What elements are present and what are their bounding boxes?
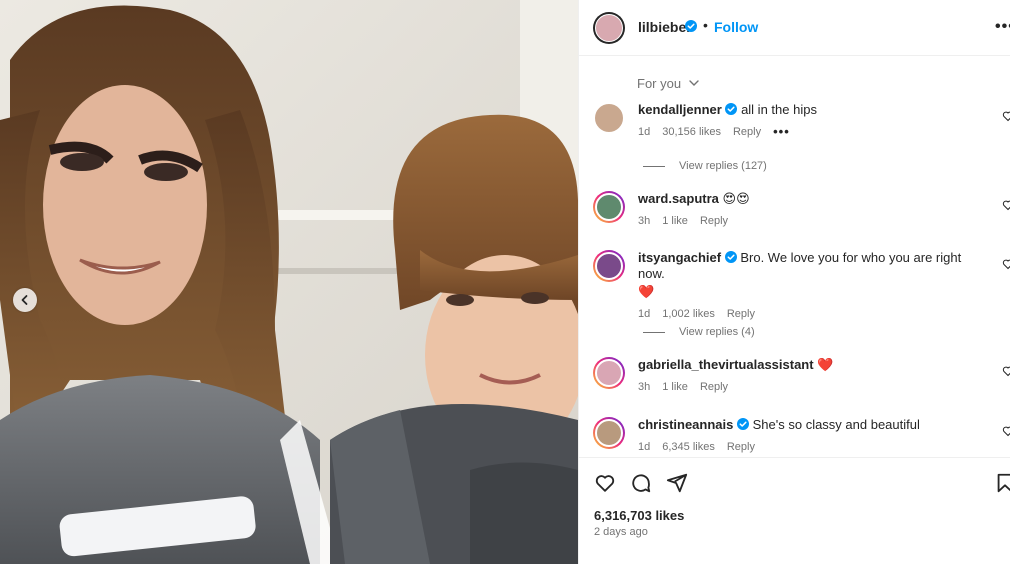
commenter-avatar-image — [593, 102, 625, 134]
commenter-username[interactable]: ward.saputra — [638, 191, 719, 206]
comment-age: 3h — [638, 215, 651, 227]
commenter-avatar[interactable] — [593, 417, 625, 449]
comments-filter-label: For you — [637, 76, 682, 91]
verified-badge-icon — [725, 103, 738, 115]
comment-reply-button[interactable]: Reply — [727, 306, 755, 322]
view-replies-label: View replies (127) — [679, 160, 767, 172]
comment-like-heart-icon[interactable] — [1002, 199, 1010, 211]
comment-likes[interactable]: 30,156 likes — [662, 124, 721, 140]
chevron-down-icon — [689, 80, 699, 86]
comment-like-heart-icon[interactable] — [1002, 110, 1010, 122]
comment-age: 1d — [638, 308, 651, 320]
commenter-avatar[interactable] — [593, 357, 625, 389]
comment-text: all in the hips — [741, 102, 817, 117]
post-image[interactable] — [0, 0, 578, 564]
view-replies-button[interactable]: View replies (4) — [643, 326, 755, 338]
post-photo-illustration — [0, 0, 578, 564]
comments-filter[interactable]: For you — [637, 76, 699, 91]
commenter-avatar[interactable] — [593, 191, 625, 223]
comment-more-button[interactable]: ••• — [773, 124, 790, 140]
chevron-left-icon — [21, 295, 28, 305]
view-replies-label: View replies (4) — [679, 326, 755, 338]
comment-age: 1d — [638, 441, 651, 453]
author-username[interactable]: lilbieber — [638, 19, 692, 35]
comment-age: 3h — [638, 381, 651, 393]
commenter-avatar-image — [595, 193, 623, 221]
verified-badge-icon — [685, 20, 697, 32]
post-timestamp: 2 days ago — [594, 526, 648, 538]
verified-badge-icon — [737, 418, 749, 430]
header-separator: • — [703, 17, 708, 33]
replies-divider — [643, 331, 665, 333]
comment-reply-button[interactable]: Reply — [700, 379, 728, 395]
commenter-username[interactable]: christineannais — [638, 417, 733, 432]
commenter-avatar[interactable] — [593, 250, 625, 282]
comment-like-heart-icon[interactable] — [1002, 258, 1010, 270]
commenter-username[interactable]: itsyangachief — [638, 250, 721, 265]
comment-likes[interactable]: 6,345 likes — [662, 439, 715, 455]
comment-text: She's so classy and beautiful — [752, 417, 920, 432]
comment-reply-button[interactable]: Reply — [700, 213, 728, 229]
heart-emoji: ❤️ — [817, 357, 834, 372]
carousel-prev-button[interactable] — [13, 288, 37, 312]
commenter-username[interactable]: gabriella_thevirtualassistant — [638, 357, 814, 372]
comment-reply-button[interactable]: Reply — [733, 124, 761, 140]
post-sidebar: lilbieber • Follow ••• For you kendallje… — [578, 0, 1010, 564]
comment-likes[interactable]: 1,002 likes — [662, 306, 715, 322]
comments-list[interactable]: For you kendalljenner all in the hips 1d… — [579, 56, 1010, 457]
follow-button[interactable]: Follow — [714, 19, 758, 35]
commenter-username[interactable]: kendalljenner — [638, 102, 722, 117]
commenter-avatar-image — [595, 252, 623, 280]
comment-age: 1d — [638, 126, 651, 138]
commenter-avatar-image — [595, 359, 623, 387]
comment-like-heart-icon[interactable] — [1002, 365, 1010, 377]
bookmark-icon[interactable] — [994, 472, 1010, 494]
comment-reply-button[interactable]: Reply — [727, 439, 755, 455]
comment-icon[interactable] — [630, 472, 652, 494]
post-likes-count[interactable]: 6,316,703 likes — [594, 508, 684, 523]
commenter-avatar[interactable] — [593, 102, 625, 134]
commenter-avatar-image — [595, 419, 623, 447]
post-header: lilbieber • Follow ••• — [579, 0, 1010, 56]
view-replies-button[interactable]: View replies (127) — [643, 160, 767, 172]
verified-badge-icon — [724, 251, 737, 263]
replies-divider — [643, 165, 665, 167]
more-options-button[interactable]: ••• — [995, 18, 1010, 36]
comment-likes[interactable]: 1 like — [662, 213, 688, 229]
heart-icon[interactable] — [594, 472, 616, 494]
post-actions: 6,316,703 likes 2 days ago — [579, 457, 1010, 564]
comment-likes[interactable]: 1 like — [662, 379, 688, 395]
share-icon[interactable] — [666, 472, 688, 494]
comment-like-heart-icon[interactable] — [1002, 425, 1010, 437]
author-avatar[interactable] — [593, 12, 625, 44]
comment-text: 😍😍 — [722, 191, 750, 206]
heart-emoji: ❤️ — [638, 284, 655, 299]
